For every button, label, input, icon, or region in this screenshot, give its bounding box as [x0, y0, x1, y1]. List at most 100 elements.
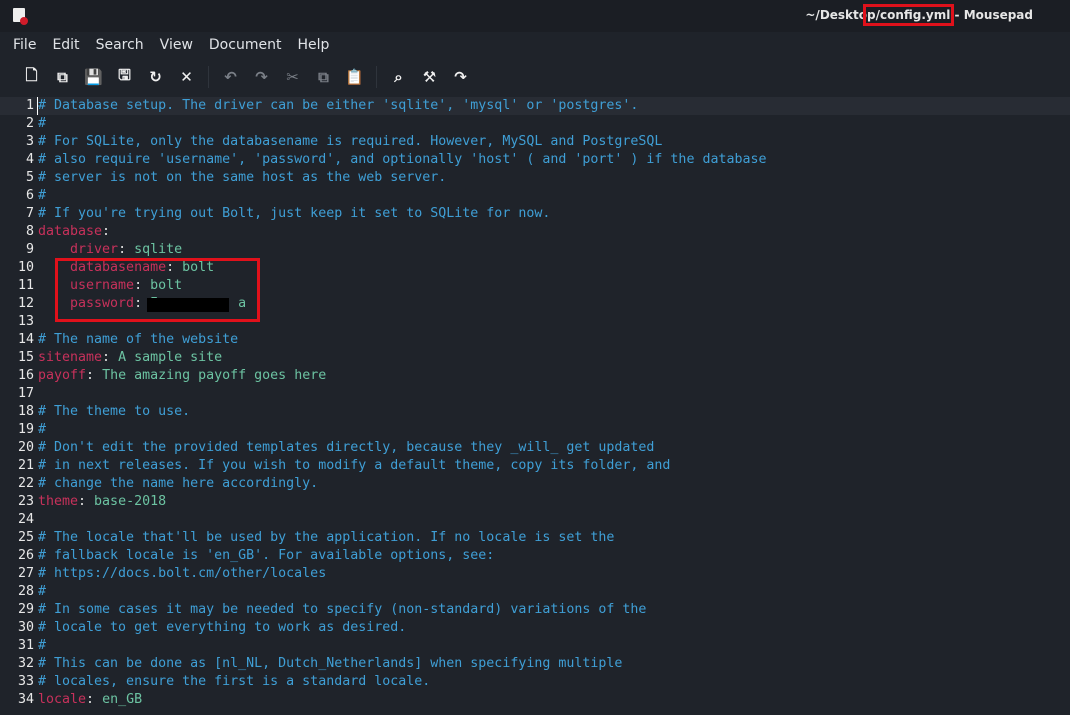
save-icon[interactable]: 💾: [78, 62, 109, 92]
line-text: # If you're trying out Bolt, just keep i…: [38, 205, 550, 223]
title-path: ~/Deskto: [805, 8, 868, 22]
menu-search[interactable]: Search: [96, 32, 144, 58]
reload-icon[interactable]: ↻: [140, 62, 171, 92]
go-to-line-icon[interactable]: ↷: [445, 62, 476, 92]
line-number: 16: [17, 368, 34, 383]
line-number: 21: [17, 458, 34, 473]
yaml-key: payoff: [38, 368, 87, 383]
line-text: # https://docs.bolt.cm/other/locales: [38, 565, 326, 583]
punctuation: :: [86, 368, 103, 383]
search-icon[interactable]: ⌕: [383, 62, 414, 92]
save-as-icon[interactable]: 🖫: [109, 62, 140, 92]
title-bar: ~/Desktop/config.yml - Mousepad: [0, 0, 1070, 32]
line-number: 34: [17, 692, 34, 707]
close-icon[interactable]: ✕: [171, 62, 202, 92]
credentials-highlight-box: [55, 258, 260, 322]
line-text: #: [38, 637, 46, 655]
paste-icon[interactable]: 📋: [339, 62, 370, 92]
menu-file[interactable]: File: [13, 32, 36, 58]
line-text: database:: [38, 223, 110, 241]
redo-icon[interactable]: ↷: [246, 62, 277, 92]
editor-line[interactable]: 1 # Database setup. The driver can be eit…: [0, 97, 1070, 115]
line-text: # This can be done as [nl_NL, Dutch_Neth…: [38, 655, 622, 673]
editor-line[interactable]: 25 # The locale that'll be used by the ap…: [0, 529, 1070, 547]
undo-icon[interactable]: ↶: [215, 62, 246, 92]
editor-line[interactable]: 31 #: [0, 637, 1070, 655]
yaml-value: The amazing payoff goes here: [102, 368, 327, 383]
line-number: 27: [17, 566, 34, 581]
line-number: 10: [17, 260, 34, 275]
editor-line[interactable]: 33 # locales, ensure the first is a stand…: [0, 673, 1070, 691]
editor-line[interactable]: 29 # In some cases it may be needed to sp…: [0, 601, 1070, 619]
line-number: 2: [25, 116, 34, 131]
line-text: # locales, ensure the first is a standar…: [38, 673, 430, 691]
editor-line[interactable]: 3 # For SQLite, only the databasename is …: [0, 133, 1070, 151]
comment: #: [38, 584, 47, 599]
title-app: - Mousepad: [950, 8, 1033, 22]
editor-line[interactable]: 9 driver: sqlite: [0, 241, 1070, 259]
comment: # For SQLite, only the databasename is r…: [38, 134, 663, 149]
line-text: # The name of the website: [38, 331, 238, 349]
editor-line[interactable]: 2 #: [0, 115, 1070, 133]
menu-edit[interactable]: Edit: [52, 32, 79, 58]
editor-line[interactable]: 32 # This can be done as [nl_NL, Dutch_Ne…: [0, 655, 1070, 673]
comment: # change the name here accordingly.: [38, 476, 319, 491]
editor-line[interactable]: 21 # in next releases. If you wish to mod…: [0, 457, 1070, 475]
editor-line[interactable]: 23 theme: base-2018: [0, 493, 1070, 511]
line-number: 24: [17, 512, 34, 527]
editor-line[interactable]: 14 # The name of the website: [0, 331, 1070, 349]
line-number: 9: [25, 242, 34, 257]
editor-line[interactable]: 15 sitename: A sample site: [0, 349, 1070, 367]
menu-document[interactable]: Document: [209, 32, 282, 58]
editor-line[interactable]: 27 # https://docs.bolt.cm/other/locales: [0, 565, 1070, 583]
editor-line[interactable]: 17: [0, 385, 1070, 403]
editor-line[interactable]: 20 # Don't edit the provided templates di…: [0, 439, 1070, 457]
line-text: # Database setup. The driver can be eith…: [37, 97, 638, 115]
editor-line[interactable]: 19 #: [0, 421, 1070, 439]
comment: # If you're trying out Bolt, just keep i…: [38, 206, 551, 221]
comment: # server is not on the same host as the …: [38, 170, 447, 185]
comment: # Don't edit the provided templates dire…: [38, 440, 655, 455]
menu-view[interactable]: View: [160, 32, 193, 58]
editor-line[interactable]: 26 # fallback locale is 'en_GB'. For avai…: [0, 547, 1070, 565]
editor-line[interactable]: 18 # The theme to use.: [0, 403, 1070, 421]
toolbar-separator: [208, 66, 209, 88]
line-text: # In some cases it may be needed to spec…: [38, 601, 646, 619]
copy-icon[interactable]: ⧉: [308, 62, 339, 92]
line-text: #: [38, 583, 46, 601]
line-text: # locale to get everything to work as de…: [38, 619, 406, 637]
editor-line[interactable]: 24: [0, 511, 1070, 529]
editor-line[interactable]: 5 # server is not on the same host as the…: [0, 169, 1070, 187]
comment: #: [38, 116, 47, 131]
line-number: 19: [17, 422, 34, 437]
comment: # The locale that'll be used by the appl…: [38, 530, 615, 545]
comment: # https://docs.bolt.cm/other/locales: [38, 566, 327, 581]
editor-line[interactable]: 22 # change the name here accordingly.: [0, 475, 1070, 493]
editor-line[interactable]: 16 payoff: The amazing payoff goes here: [0, 367, 1070, 385]
new-window-icon[interactable]: ⧉: [47, 62, 78, 92]
menu-help[interactable]: Help: [297, 32, 329, 58]
comment: # fallback locale is 'en_GB'. For availa…: [38, 548, 495, 563]
line-number: 28: [17, 584, 34, 599]
find-replace-icon[interactable]: ⚒: [414, 62, 445, 92]
editor-line[interactable]: 4 # also require 'username', 'password', …: [0, 151, 1070, 169]
line-number: 15: [17, 350, 34, 365]
line-number: 7: [25, 206, 34, 221]
line-number: 22: [17, 476, 34, 491]
line-text: driver: sqlite: [38, 241, 182, 259]
comment: # in next releases. If you wish to modif…: [38, 458, 671, 473]
editor-line[interactable]: 8 database:: [0, 223, 1070, 241]
line-text: #: [38, 115, 46, 133]
line-number: 32: [17, 656, 34, 671]
editor-line[interactable]: 28 #: [0, 583, 1070, 601]
text-editor[interactable]: 1 # Database setup. The driver can be eit…: [0, 97, 1070, 715]
editor-line[interactable]: 34 locale: en_GB: [0, 691, 1070, 709]
editor-line[interactable]: 30 # locale to get everything to work as …: [0, 619, 1070, 637]
cut-icon[interactable]: ✂: [277, 62, 308, 92]
line-text: # The theme to use.: [38, 403, 190, 421]
yaml-key: driver: [38, 242, 119, 257]
editor-line[interactable]: 7 # If you're trying out Bolt, just keep …: [0, 205, 1070, 223]
new-document-icon[interactable]: 🗋: [16, 62, 47, 92]
editor-line[interactable]: 6 #: [0, 187, 1070, 205]
punctuation: :: [86, 692, 103, 707]
